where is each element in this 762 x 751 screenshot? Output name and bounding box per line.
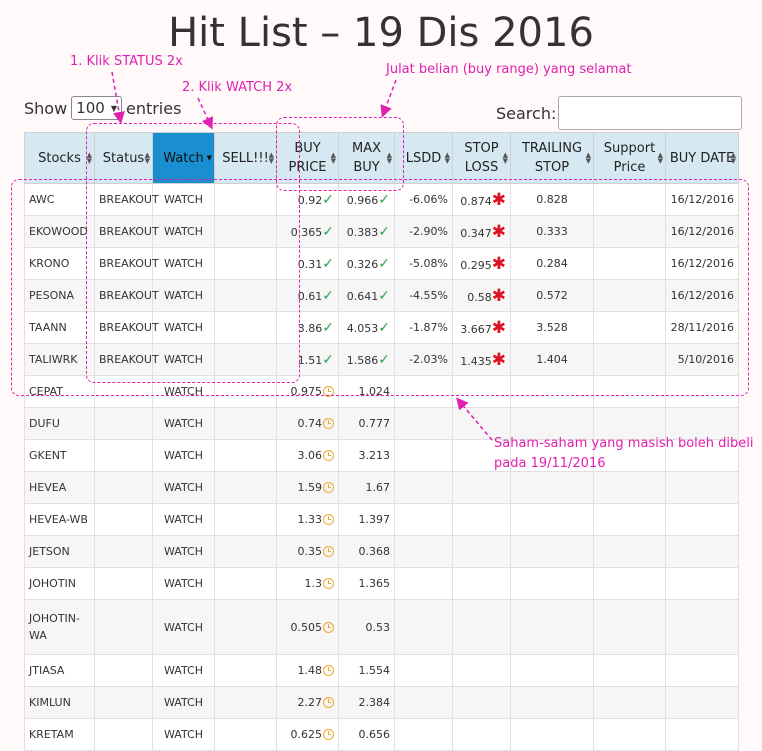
annotation-arrows: [111, 71, 493, 441]
arrow-still-buyable: [456, 397, 493, 441]
arrow-step2: [197, 97, 213, 130]
arrow-buy-range: [380, 79, 397, 118]
arrow-step1: [111, 71, 125, 124]
